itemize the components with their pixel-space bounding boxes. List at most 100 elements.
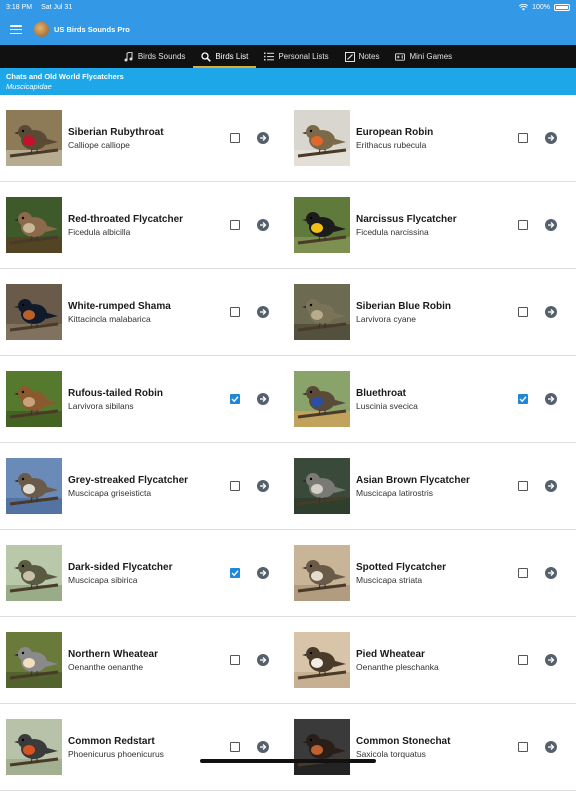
- edit-note-icon: [344, 51, 355, 62]
- arrow-right-icon[interactable]: [545, 306, 557, 318]
- bird-list-item[interactable]: Asian Brown Flycatcher Muscicapa latirost…: [288, 443, 576, 529]
- tab-label: Birds List: [215, 52, 249, 61]
- bird-common-name: Dark-sided Flycatcher: [68, 561, 173, 573]
- arrow-right-icon[interactable]: [257, 132, 269, 144]
- bird-checkbox[interactable]: [518, 133, 528, 143]
- bird-checkbox[interactable]: [518, 481, 528, 491]
- bird-checkbox[interactable]: [230, 220, 240, 230]
- bird-names: Siberian Rubythroat Calliope calliope: [68, 127, 222, 150]
- bird-scientific-name: Phoenicurus phoenicurus: [68, 748, 164, 759]
- table-row: Rufous-tailed Robin Larvivora sibilans Blu…: [0, 356, 576, 443]
- bird-common-name: Siberian Blue Robin: [356, 300, 452, 312]
- tab-mini-games[interactable]: Mini Games: [387, 45, 460, 68]
- bird-list-item[interactable]: Spotted Flycatcher Muscicapa striata: [288, 530, 576, 616]
- bird-checkbox[interactable]: [230, 307, 240, 317]
- bird-list-item[interactable]: Siberian Rubythroat Calliope calliope: [0, 95, 288, 181]
- bird-scientific-name: Saxicola torquatus: [356, 748, 426, 759]
- bird-checkbox[interactable]: [230, 394, 240, 404]
- tab-birds-sounds[interactable]: Birds Sounds: [116, 45, 194, 68]
- family-scientific-name: Muscicapidae: [6, 82, 52, 91]
- arrow-right-icon[interactable]: [545, 567, 557, 579]
- checkmark-icon: [231, 396, 239, 403]
- table-row: White-rumped Shama Kittacincla malabarica…: [0, 269, 576, 356]
- bird-checkbox[interactable]: [230, 133, 240, 143]
- arrow-right-icon[interactable]: [545, 480, 557, 492]
- bird-photo[interactable]: [294, 632, 350, 688]
- bird-list-item[interactable]: Common Stonechat Saxicola torquatus: [288, 704, 576, 790]
- bird-photo[interactable]: [6, 110, 62, 166]
- bird-checkbox[interactable]: [230, 568, 240, 578]
- bird-names: Red-throated Flycatcher Ficedula albicill…: [68, 214, 222, 237]
- bird-photo[interactable]: [294, 284, 350, 340]
- tab-personal-lists[interactable]: Personal Lists: [256, 45, 336, 68]
- tab-birds-list[interactable]: Birds List: [193, 45, 257, 68]
- home-indicator: [200, 759, 376, 763]
- bird-photo[interactable]: [6, 284, 62, 340]
- arrow-right-icon[interactable]: [545, 219, 557, 231]
- bird-scientific-name: Larvivora cyane: [356, 313, 417, 324]
- bird-photo[interactable]: [294, 371, 350, 427]
- bird-list-item[interactable]: European Robin Erithacus rubecula: [288, 95, 576, 181]
- bird-photo[interactable]: [294, 458, 350, 514]
- bird-list-item[interactable]: White-rumped Shama Kittacincla malabarica: [0, 269, 288, 355]
- app-bar: US Birds Sounds Pro: [0, 14, 576, 45]
- bird-checkbox[interactable]: [518, 655, 528, 665]
- bird-list-item[interactable]: Grey-streaked Flycatcher Muscicapa grisei…: [0, 443, 288, 529]
- bird-checkbox[interactable]: [518, 220, 528, 230]
- bird-list-item[interactable]: Narcissus Flycatcher Ficedula narcissina: [288, 182, 576, 268]
- bird-photo[interactable]: [6, 371, 62, 427]
- bird-checkbox[interactable]: [230, 742, 240, 752]
- bird-photo[interactable]: [294, 545, 350, 601]
- bird-checkbox[interactable]: [230, 655, 240, 665]
- tab-notes[interactable]: Notes: [337, 45, 388, 68]
- bird-photo[interactable]: [294, 197, 350, 253]
- bird-common-name: Northern Wheatear: [68, 648, 159, 660]
- arrow-right-icon[interactable]: [257, 567, 269, 579]
- bird-photo[interactable]: [6, 197, 62, 253]
- arrow-right-icon[interactable]: [545, 654, 557, 666]
- arrow-right-icon[interactable]: [257, 480, 269, 492]
- wifi-icon: [519, 3, 529, 10]
- tab-label: Mini Games: [409, 52, 453, 61]
- bird-scientific-name: Larvivora sibilans: [68, 400, 134, 411]
- status-bar: 3:18 PM Sat Jul 31 100%: [0, 0, 576, 14]
- bird-photo[interactable]: [6, 545, 62, 601]
- bird-list-item[interactable]: Pied Wheatear Oenanthe pleschanka: [288, 617, 576, 703]
- bird-scientific-name: Ficedula albicilla: [68, 226, 131, 237]
- checkmark-icon: [519, 396, 527, 403]
- bird-photo[interactable]: [6, 719, 62, 775]
- bird-names: Northern Wheatear Oenanthe oenanthe: [68, 649, 222, 672]
- bird-list-item[interactable]: Northern Wheatear Oenanthe oenanthe: [0, 617, 288, 703]
- bird-photo[interactable]: [294, 110, 350, 166]
- arrow-right-icon[interactable]: [545, 132, 557, 144]
- bird-checkbox[interactable]: [518, 394, 528, 404]
- table-row: Red-throated Flycatcher Ficedula albicill…: [0, 182, 576, 269]
- bird-checkbox[interactable]: [518, 568, 528, 578]
- arrow-right-icon[interactable]: [257, 393, 269, 405]
- bird-list-item[interactable]: Rufous-tailed Robin Larvivora sibilans: [0, 356, 288, 442]
- bird-checkbox[interactable]: [518, 307, 528, 317]
- bird-photo[interactable]: [6, 458, 62, 514]
- bird-list-item[interactable]: Bluethroat Luscinia svecica: [288, 356, 576, 442]
- arrow-right-icon[interactable]: [257, 306, 269, 318]
- checkmark-icon: [231, 570, 239, 577]
- bird-photo[interactable]: [294, 719, 350, 775]
- bird-common-name: Grey-streaked Flycatcher: [68, 474, 189, 486]
- bird-scientific-name: Ficedula narcissina: [356, 226, 429, 237]
- arrow-right-icon[interactable]: [257, 741, 269, 753]
- bird-names: Bluethroat Luscinia svecica: [356, 388, 510, 411]
- arrow-right-icon[interactable]: [545, 741, 557, 753]
- music-note-icon: [124, 51, 134, 62]
- bird-list-item[interactable]: Siberian Blue Robin Larvivora cyane: [288, 269, 576, 355]
- bird-checkbox[interactable]: [230, 481, 240, 491]
- arrow-right-icon[interactable]: [257, 219, 269, 231]
- hamburger-menu-icon[interactable]: [10, 25, 22, 34]
- bird-common-name: Narcissus Flycatcher: [356, 213, 457, 225]
- bird-list-item[interactable]: Dark-sided Flycatcher Muscicapa sibirica: [0, 530, 288, 616]
- bird-list-item[interactable]: Red-throated Flycatcher Ficedula albicill…: [0, 182, 288, 268]
- arrow-right-icon[interactable]: [545, 393, 557, 405]
- bird-checkbox[interactable]: [518, 742, 528, 752]
- arrow-right-icon[interactable]: [257, 654, 269, 666]
- bird-photo[interactable]: [6, 632, 62, 688]
- bird-list-item[interactable]: Common Redstart Phoenicurus phoenicurus: [0, 704, 288, 790]
